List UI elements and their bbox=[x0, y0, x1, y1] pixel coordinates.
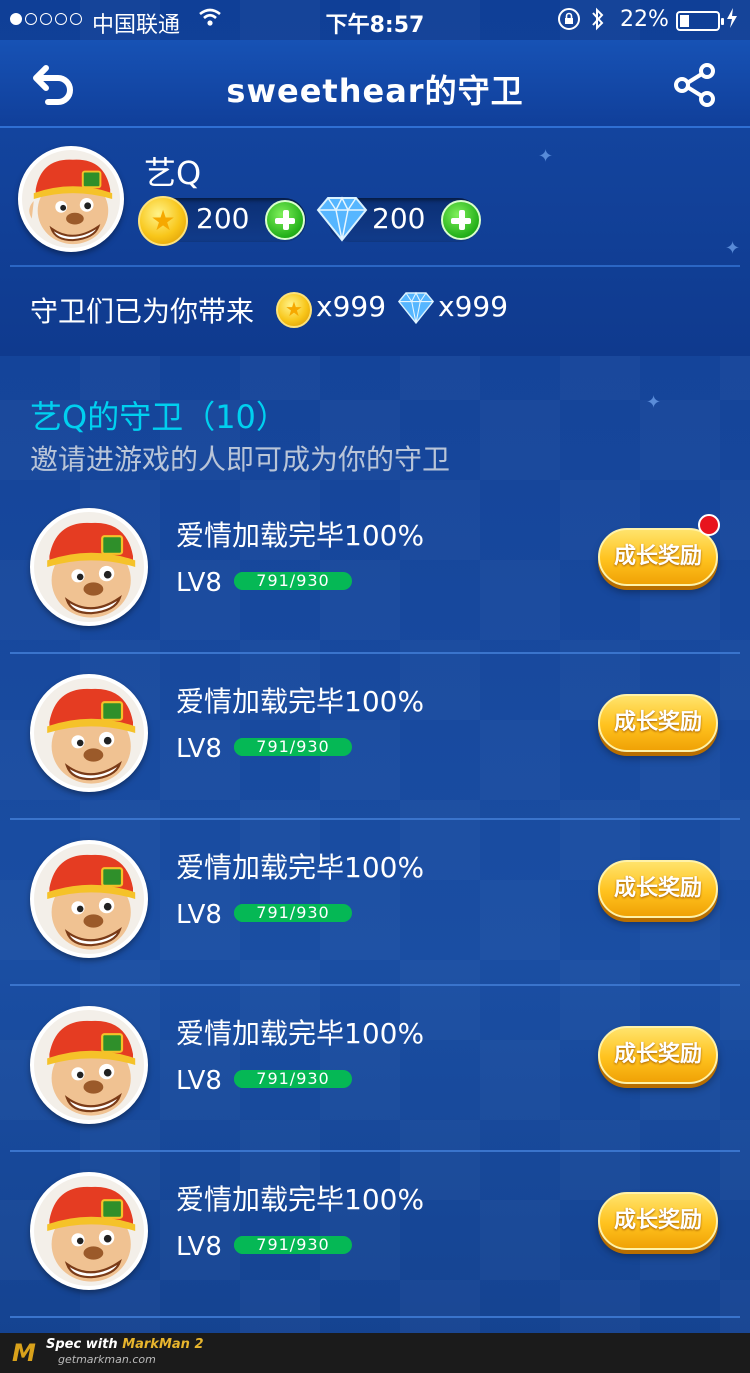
level-progress-bar: 791/930 bbox=[234, 1070, 352, 1088]
notification-badge bbox=[698, 514, 720, 536]
growth-reward-button[interactable]: 成长奖励 bbox=[598, 694, 718, 752]
page-title: sweethear的守卫 bbox=[226, 72, 524, 110]
monkey-king-avatar-icon bbox=[34, 844, 144, 954]
diamond-small-icon bbox=[397, 291, 435, 325]
nav-bar: sweethear的守卫 bbox=[0, 40, 750, 128]
diamond-amount: 200 bbox=[372, 202, 426, 235]
level-progress-text: 791/930 bbox=[256, 904, 330, 922]
sparkle-icon: ✦ bbox=[725, 238, 741, 259]
growth-reward-button[interactable]: 成长奖励 bbox=[598, 860, 718, 918]
share-icon bbox=[674, 63, 715, 107]
footer-brand: Spec with MarkMan 2 bbox=[46, 1337, 204, 1352]
monkey-king-avatar-icon bbox=[34, 678, 144, 788]
guardian-level: LV8 bbox=[176, 1232, 222, 1262]
guardian-row: 爱情加载完毕100% LV8 791/930 成长奖励 bbox=[10, 986, 740, 1152]
growth-reward-button[interactable]: 成长奖励 bbox=[598, 528, 718, 586]
coin-amount: 200 bbox=[196, 202, 250, 235]
level-progress-bar: 791/930 bbox=[234, 738, 352, 756]
markman-footer: M Spec with MarkMan 2 getmarkman.com bbox=[0, 1333, 750, 1373]
level-progress-bar: 791/930 bbox=[234, 572, 352, 590]
diamond-icon bbox=[316, 196, 368, 242]
rotation-lock-icon bbox=[556, 6, 582, 38]
guardian-avatar[interactable] bbox=[30, 840, 148, 958]
brought-diamonds: x999 bbox=[438, 290, 509, 323]
status-bar: 中国联通 下午8:57 22% bbox=[0, 0, 750, 40]
guardian-level: LV8 bbox=[176, 568, 222, 598]
user-avatar[interactable] bbox=[18, 146, 124, 252]
sparkle-icon: ✦ bbox=[538, 146, 554, 167]
guardian-title: 爱情加载完毕100% bbox=[176, 1183, 425, 1216]
guardian-title: 爱情加载完毕100% bbox=[176, 1017, 425, 1050]
brought-coins: x999 bbox=[316, 290, 387, 323]
guardians-title: 艺Q的守卫（10） bbox=[30, 398, 288, 436]
battery-icon bbox=[676, 11, 724, 31]
level-progress-bar: 791/930 bbox=[234, 1236, 352, 1254]
battery-percentage: 22% bbox=[620, 7, 669, 32]
guardian-title: 爱情加载完毕100% bbox=[176, 685, 425, 718]
add-coins-button[interactable] bbox=[265, 200, 305, 240]
monkey-king-avatar-icon bbox=[34, 1010, 144, 1120]
guardian-avatar[interactable] bbox=[30, 1006, 148, 1124]
level-progress-bar: 791/930 bbox=[234, 904, 352, 922]
guardian-avatar[interactable] bbox=[30, 674, 148, 792]
guardian-title: 爱情加载完毕100% bbox=[176, 851, 425, 884]
guardian-avatar[interactable] bbox=[30, 508, 148, 626]
markman-logo-icon: M bbox=[12, 1339, 36, 1367]
guardians-subtitle: 邀请进游戏的人即可成为你的守卫 bbox=[30, 443, 451, 476]
monkey-king-avatar-icon bbox=[34, 1176, 144, 1286]
growth-reward-button[interactable]: 成长奖励 bbox=[598, 1026, 718, 1084]
monkey-king-avatar-icon bbox=[34, 512, 144, 622]
profile-divider bbox=[10, 265, 740, 267]
sparkle-icon: ✦ bbox=[646, 392, 662, 413]
growth-reward-button[interactable]: 成长奖励 bbox=[598, 1192, 718, 1250]
level-progress-text: 791/930 bbox=[256, 738, 330, 756]
level-progress-text: 791/930 bbox=[256, 1070, 330, 1088]
user-name: 艺Q bbox=[144, 154, 202, 192]
guardian-level: LV8 bbox=[176, 900, 222, 930]
level-progress-text: 791/930 bbox=[256, 572, 330, 590]
gold-coin-icon bbox=[138, 196, 188, 246]
add-diamonds-button[interactable] bbox=[441, 200, 481, 240]
footer-url: getmarkman.com bbox=[58, 1353, 156, 1366]
guardian-row: 爱情加载完毕100% LV8 791/930 成长奖励 bbox=[10, 820, 740, 986]
row-divider bbox=[10, 1316, 740, 1318]
app-screen: 中国联通 下午8:57 22% sweethear的守卫 艺Q 200 ★ 20… bbox=[0, 0, 750, 1373]
guardian-avatar[interactable] bbox=[30, 1172, 148, 1290]
guardian-row: 爱情加载完毕100% LV8 791/930 成长奖励 bbox=[10, 488, 740, 654]
brought-label: 守卫们已为你带来 bbox=[30, 295, 255, 328]
bluetooth-icon bbox=[590, 6, 606, 38]
charging-icon bbox=[726, 7, 738, 34]
level-progress-text: 791/930 bbox=[256, 1236, 330, 1254]
guardian-level: LV8 bbox=[176, 734, 222, 764]
guardian-title: 爱情加载完毕100% bbox=[176, 519, 425, 552]
gold-coin-small-icon bbox=[276, 292, 312, 328]
share-button[interactable] bbox=[672, 62, 718, 108]
guardian-level: LV8 bbox=[176, 1066, 222, 1096]
guardian-row: 爱情加载完毕100% LV8 791/930 成长奖励 bbox=[10, 654, 740, 820]
guardian-row: 爱情加载完毕100% LV8 791/930 成长奖励 bbox=[10, 1152, 740, 1318]
monkey-king-avatar-icon bbox=[22, 150, 120, 248]
